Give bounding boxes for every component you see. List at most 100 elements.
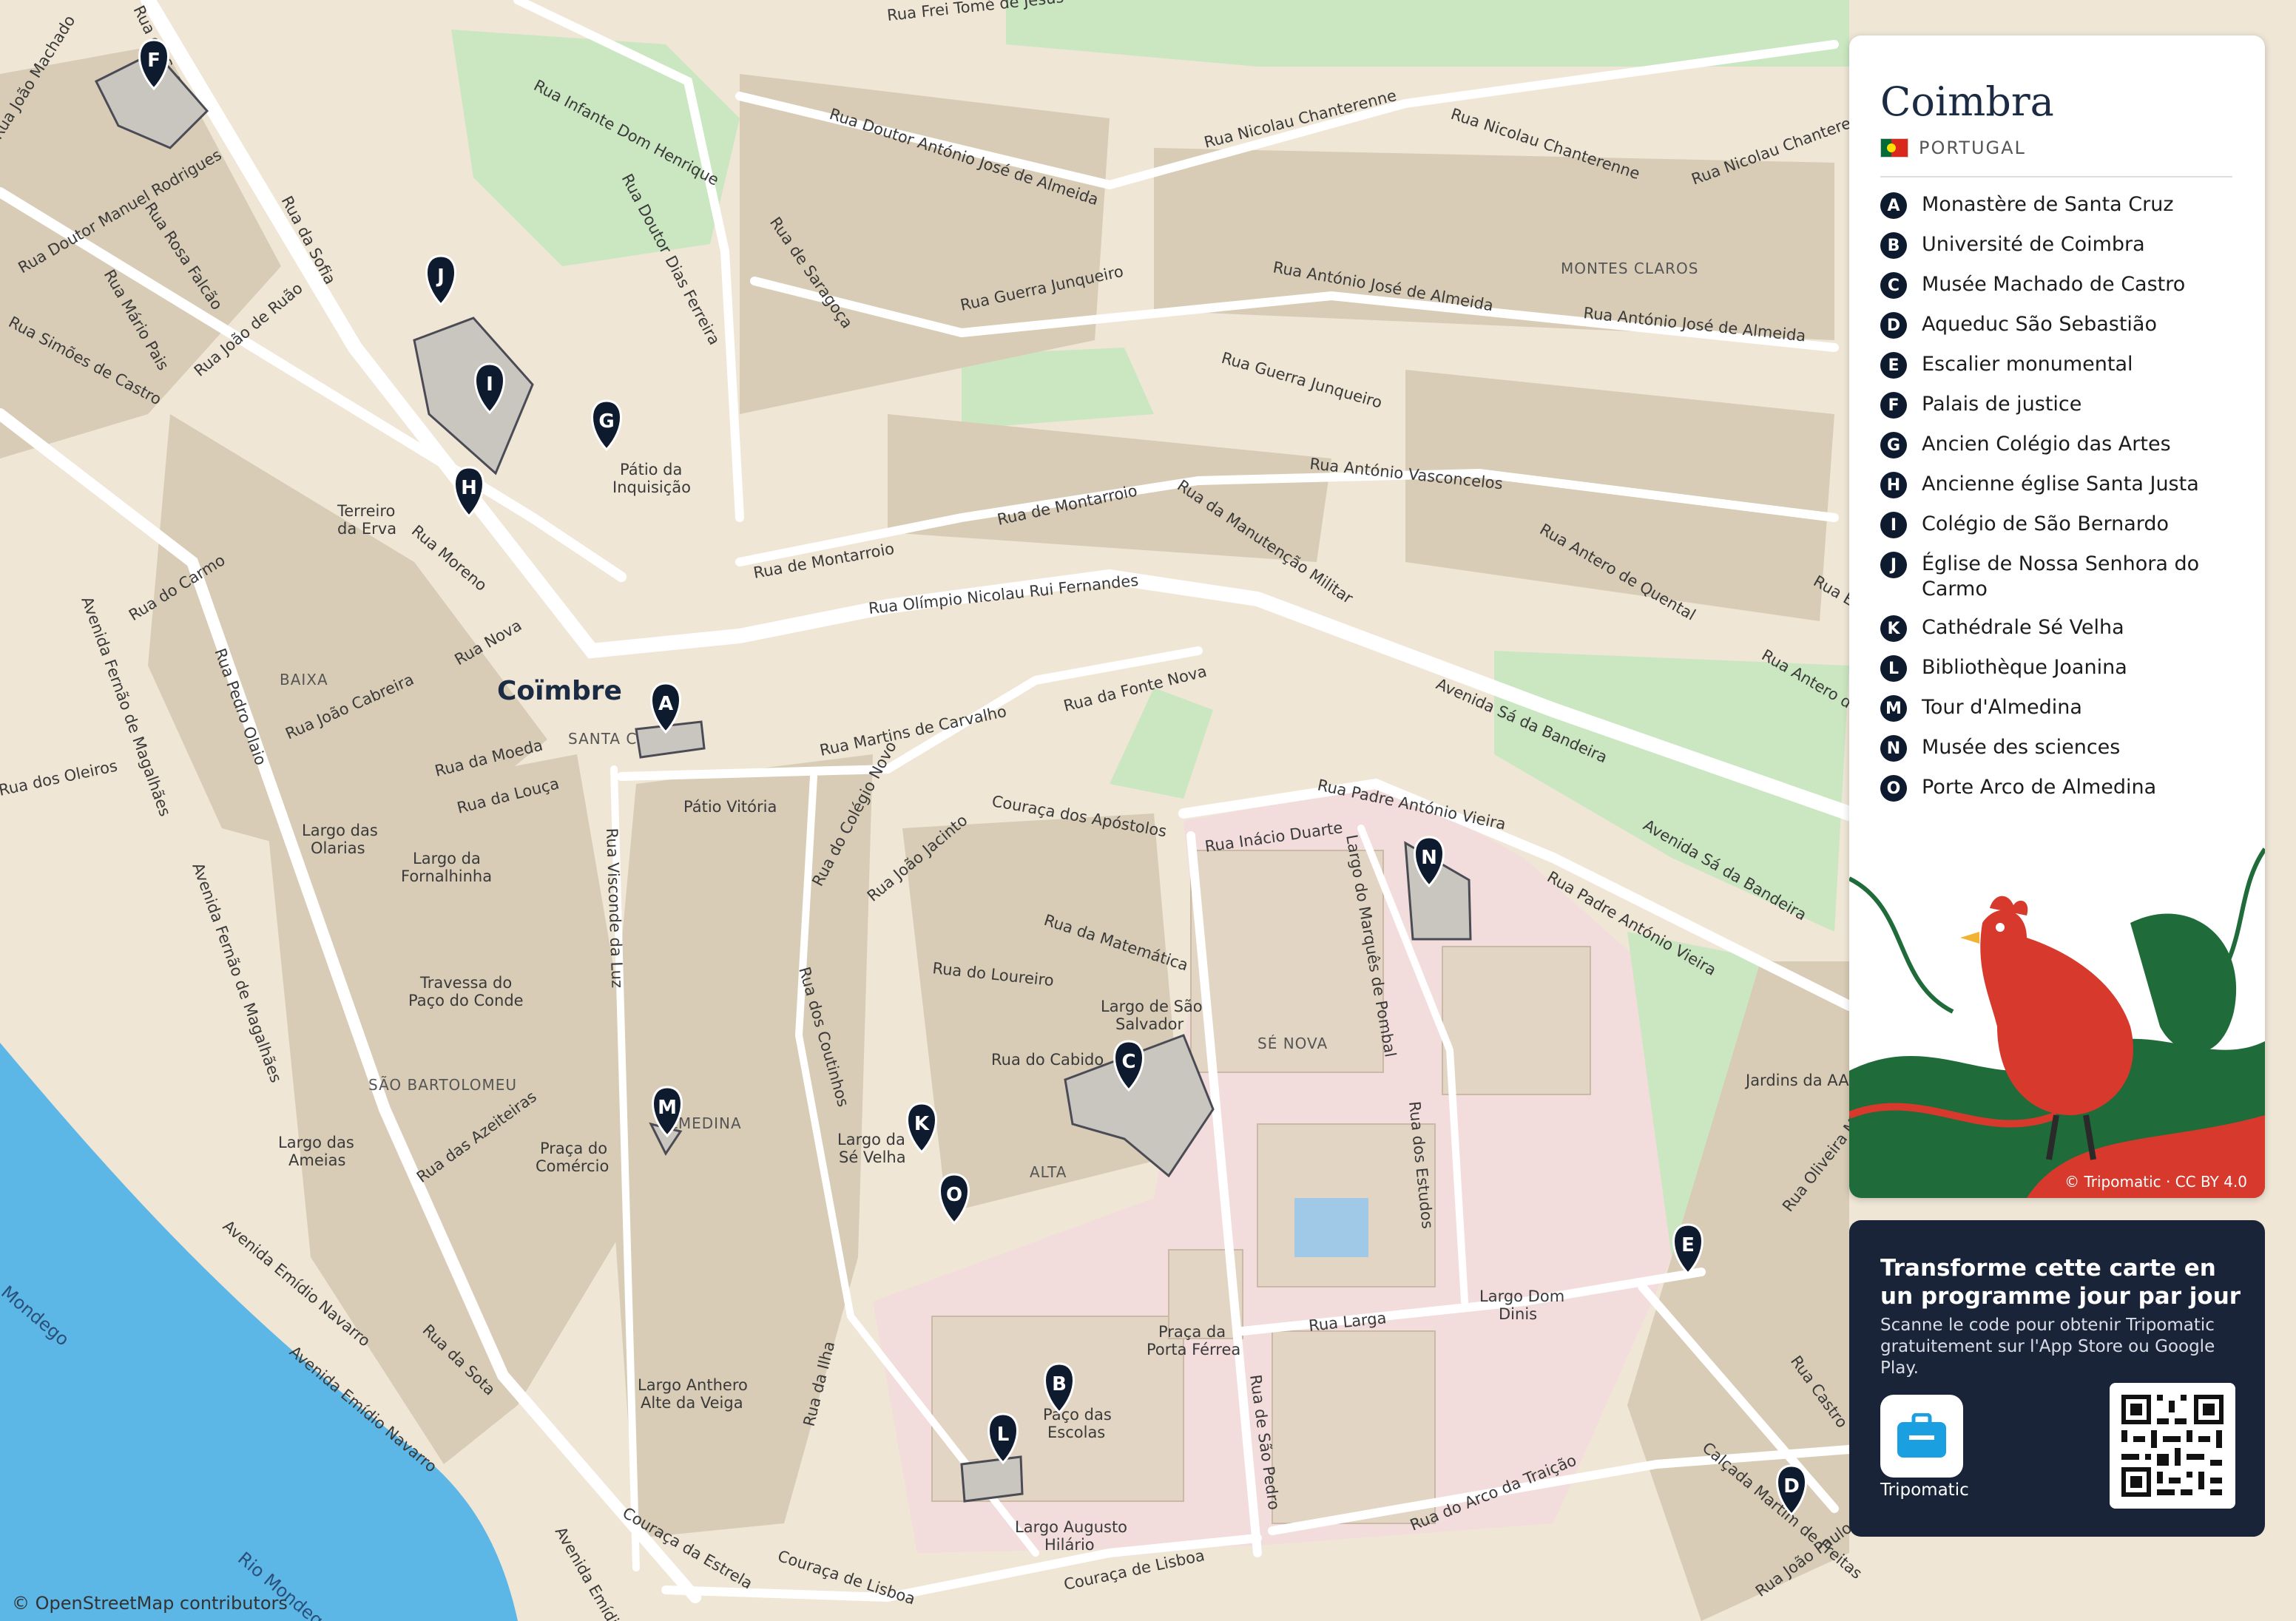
- place-label: Pátio da: [620, 461, 682, 478]
- place-label: Praça da: [1158, 1323, 1226, 1341]
- place-label: Largo das: [302, 822, 378, 839]
- place-label: Dinis: [1499, 1305, 1537, 1323]
- svg-text:F: F: [147, 50, 161, 72]
- art-credit: © Tripomatic · CC BY 4.0: [2064, 1173, 2247, 1191]
- place-label: Largo da: [413, 850, 481, 867]
- svg-text:J: J: [436, 265, 445, 288]
- place-label: Ameias: [288, 1151, 345, 1169]
- svg-text:H: H: [461, 477, 477, 499]
- place-label: Inquisição: [612, 478, 691, 496]
- rooster-illustration: [1849, 847, 2265, 1198]
- legend-divider: [1880, 176, 2232, 177]
- svg-text:I: I: [486, 373, 493, 396]
- poi-list: A Monastère de Santa Cruz B Université de …: [1880, 192, 2243, 815]
- poi-badge: C: [1880, 272, 1907, 299]
- list-item[interactable]: H Ancienne église Santa Justa: [1880, 472, 2243, 498]
- pool: [1294, 1198, 1368, 1257]
- poi-badge: E: [1880, 352, 1907, 379]
- list-item[interactable]: E Escalier monumental: [1880, 352, 2243, 379]
- list-item[interactable]: N Musée des sciences: [1880, 735, 2243, 762]
- place-label: Largo das: [278, 1134, 354, 1151]
- poi-name: Ancien Colégio das Artes: [1922, 433, 2171, 456]
- place-label: Porta Férrea: [1147, 1341, 1240, 1358]
- poi-name: Tour d'Almedina: [1922, 696, 2082, 719]
- list-item[interactable]: F Palais de justice: [1880, 392, 2243, 419]
- poi-badge: H: [1880, 472, 1907, 498]
- place-label: Salvador: [1115, 1015, 1184, 1033]
- poi-name: Ancienne église Santa Justa: [1922, 473, 2199, 495]
- list-item[interactable]: J Église de Nossa Senhora do Carmo: [1880, 552, 2243, 602]
- poi-badge: O: [1880, 775, 1907, 802]
- place-label: Comércio: [536, 1157, 609, 1175]
- place-label: Fornalhinha: [401, 867, 492, 885]
- promo-description: Scanne le code pour obtenir Tripomatic g…: [1880, 1316, 2215, 1378]
- list-item[interactable]: I Colégio de São Bernardo: [1880, 512, 2243, 538]
- list-item[interactable]: K Cathédrale Sé Velha: [1880, 615, 2243, 642]
- place-label: Paço das: [1043, 1406, 1112, 1424]
- poi-name: Aqueduc São Sebastião: [1922, 313, 2157, 336]
- place-label: Olarias: [311, 839, 365, 857]
- place-label: Terreiro: [337, 502, 395, 520]
- poi-badge: D: [1880, 312, 1907, 339]
- city-label: Coïmbre: [497, 676, 622, 706]
- place-label: da Erva: [337, 520, 396, 538]
- place-label: Alte da Veiga: [641, 1394, 743, 1412]
- list-item[interactable]: M Tour d'Almedina: [1880, 695, 2243, 722]
- svg-text:M: M: [658, 1097, 677, 1119]
- poi-name: Palais de justice: [1922, 393, 2082, 416]
- place-label: Largo Augusto: [1015, 1518, 1127, 1536]
- svg-text:L: L: [997, 1424, 1010, 1446]
- place-label: Sé Velha: [839, 1148, 906, 1166]
- list-item[interactable]: A Monastère de Santa Cruz: [1880, 192, 2243, 219]
- svg-text:N: N: [1421, 847, 1437, 869]
- poi-badge: L: [1880, 655, 1907, 682]
- poi-name: Église de Nossa Senhora do Carmo: [1922, 552, 2200, 600]
- place-label: Pátio Vitória: [683, 798, 777, 816]
- poi-name: Musée Machado de Castro: [1922, 273, 2186, 296]
- list-item[interactable]: B Université de Coimbra: [1880, 232, 2243, 259]
- district-label: BAIXA: [280, 671, 328, 688]
- poi-badge: N: [1880, 735, 1907, 762]
- place-label: Jardins da AAC: [1744, 1072, 1860, 1089]
- svg-text:B: B: [1052, 1373, 1067, 1395]
- svg-text:O: O: [946, 1184, 962, 1206]
- map-attribution: © OpenStreetMap contributors: [12, 1593, 288, 1614]
- legend-title: Coimbra: [1880, 78, 2054, 125]
- app-name: Tripomatic: [1880, 1480, 1969, 1500]
- district-label: SÉ NOVA: [1257, 1035, 1328, 1052]
- svg-text:E: E: [1681, 1234, 1695, 1256]
- place-label: Hilário: [1044, 1536, 1095, 1554]
- poi-badge: A: [1880, 192, 1907, 219]
- country-row: PORTUGAL: [1880, 138, 2026, 158]
- app-icon-button[interactable]: [1880, 1395, 1963, 1478]
- list-item[interactable]: L Bibliothèque Joanina: [1880, 655, 2243, 682]
- svg-text:K: K: [914, 1113, 930, 1135]
- poi-name: Université de Coimbra: [1922, 233, 2145, 256]
- promo-panel: Transforme cette carte en un programme j…: [1849, 1220, 2265, 1537]
- poi-badge: F: [1880, 392, 1907, 419]
- place-label: Paço do Conde: [408, 992, 524, 1009]
- poi-badge: B: [1880, 232, 1907, 259]
- place-label: Largo de São: [1101, 998, 1203, 1015]
- list-item[interactable]: C Musée Machado de Castro: [1880, 272, 2243, 299]
- list-item[interactable]: G Ancien Colégio das Artes: [1880, 432, 2243, 458]
- legend-panel: Coimbra PORTUGAL A Monastère de Santa Cru…: [1849, 35, 2265, 1198]
- svg-text:A: A: [658, 693, 673, 715]
- place-label: Largo da: [837, 1131, 905, 1148]
- poi-name: Porte Arco de Almedina: [1922, 776, 2157, 799]
- poi-name: Cathédrale Sé Velha: [1922, 616, 2124, 639]
- qr-code-icon[interactable]: [2110, 1383, 2235, 1509]
- list-item[interactable]: D Aqueduc São Sebastião: [1880, 312, 2243, 339]
- svg-text:D: D: [1783, 1475, 1800, 1498]
- place-label: Largo Dom: [1479, 1287, 1564, 1305]
- poi-badge: J: [1880, 552, 1907, 578]
- district-label: MONTES CLAROS: [1561, 260, 1698, 277]
- list-item[interactable]: O Porte Arco de Almedina: [1880, 775, 2243, 802]
- place-label: Praça do: [540, 1140, 607, 1157]
- portugal-flag-icon: [1880, 138, 1908, 158]
- place-label: Escolas: [1047, 1424, 1105, 1441]
- svg-text:G: G: [598, 410, 614, 433]
- poi-badge: M: [1880, 695, 1907, 722]
- poi-badge: G: [1880, 432, 1907, 458]
- svg-text:C: C: [1121, 1051, 1135, 1073]
